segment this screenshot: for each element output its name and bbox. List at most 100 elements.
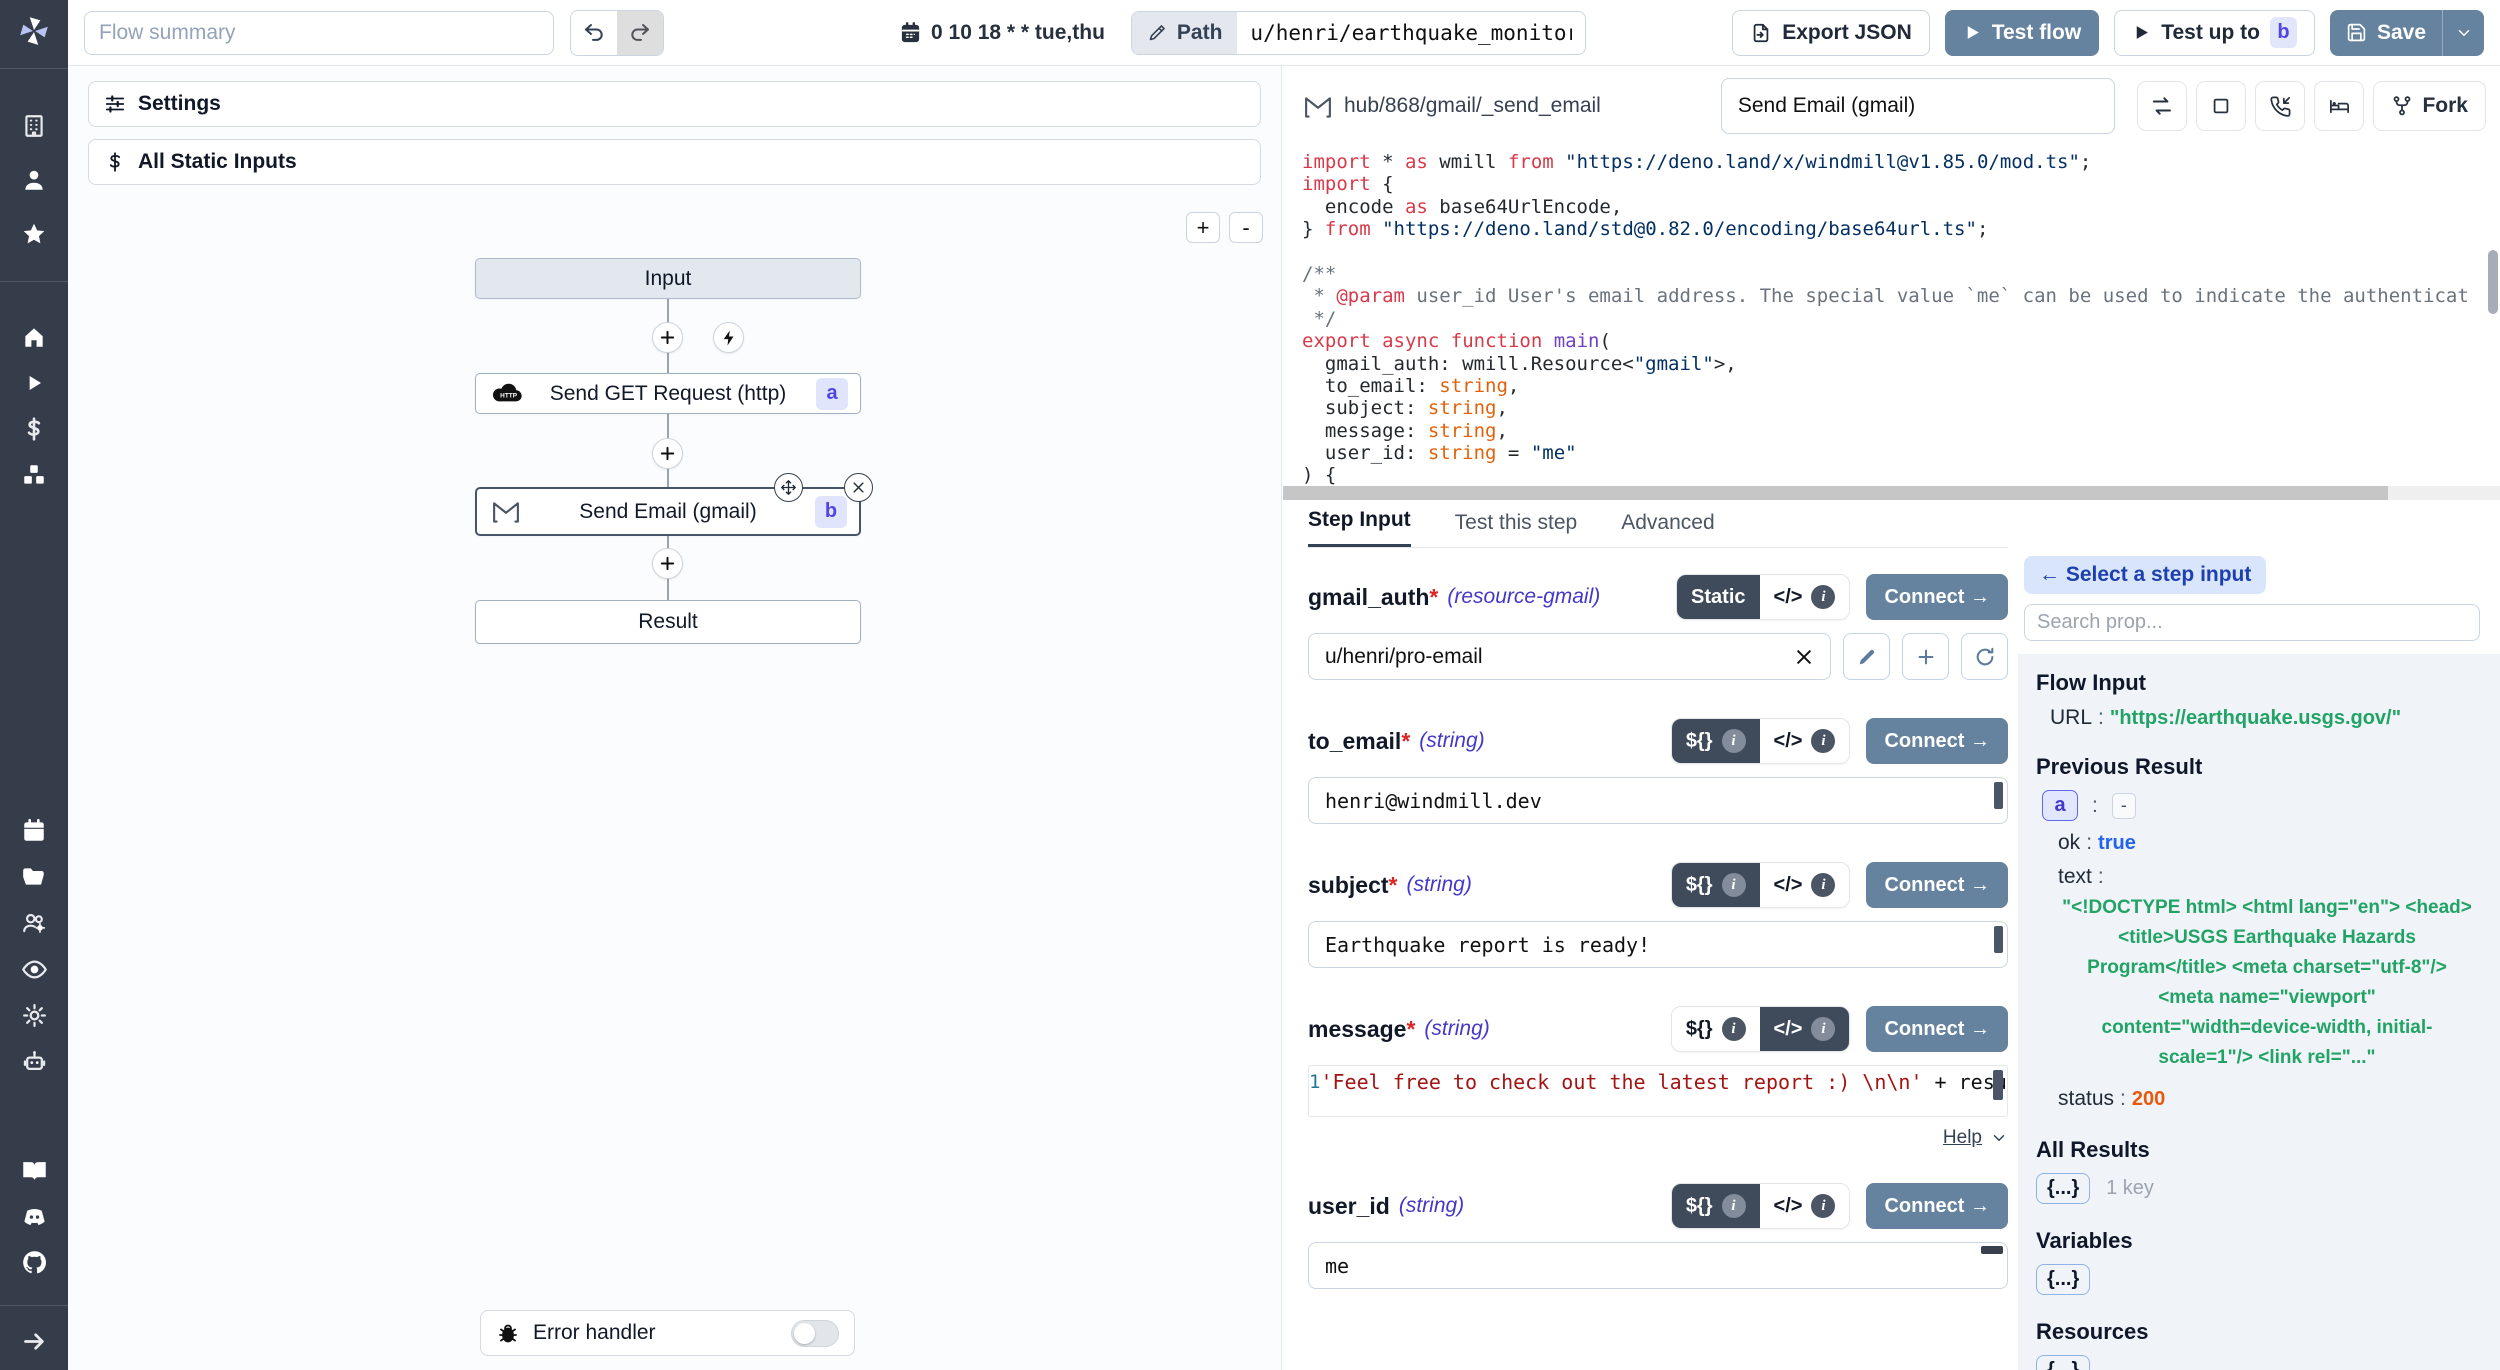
code-vertical-scrollbar[interactable] <box>2488 250 2498 314</box>
subject-input[interactable]: Earthquake report is ready! <box>1308 921 2008 968</box>
sidebar-item-user[interactable] <box>0 157 68 203</box>
add-step-button[interactable] <box>652 438 683 469</box>
clear-resource-icon[interactable] <box>1794 647 1814 667</box>
sidebar-expand-arrow-icon[interactable] <box>0 1312 68 1370</box>
mode-template[interactable]: ${}i <box>1672 719 1760 763</box>
sync-icon[interactable] <box>2137 81 2187 131</box>
code-horizontal-scrollbar[interactable] <box>1283 486 2500 500</box>
sidebar-item-discord[interactable] <box>0 1193 68 1239</box>
step-name-input[interactable] <box>1721 78 2115 134</box>
step-a-badge[interactable]: a <box>2042 790 2078 821</box>
info-icon[interactable]: i <box>1722 1017 1746 1041</box>
prop-url[interactable]: URL:"https://earthquake.usgs.gov/" <box>2050 706 2482 730</box>
sidebar-item-workspace[interactable] <box>0 103 68 149</box>
mode-javascript[interactable]: </>i <box>1760 575 1850 619</box>
tab-test-this-step[interactable]: Test this step <box>1455 511 1578 547</box>
message-code-editor[interactable]: 1 'Feel free to check out the latest rep… <box>1308 1065 2008 1117</box>
info-icon[interactable]: i <box>1722 729 1746 753</box>
sidebar-item-resources[interactable] <box>0 452 68 498</box>
add-trigger-button[interactable] <box>713 322 744 353</box>
zoom-out-button[interactable]: - <box>1229 212 1263 243</box>
sidebar-item-groups[interactable] <box>0 900 68 946</box>
sidebar-item-settings[interactable] <box>0 992 68 1038</box>
export-json-button[interactable]: Export JSON <box>1732 10 1930 56</box>
collapse-toggle[interactable]: - <box>2112 793 2136 819</box>
sidebar-item-docs[interactable] <box>0 1147 68 1193</box>
prop-text-key[interactable]: text: <box>2058 865 2482 889</box>
to-email-input[interactable]: henri@windmill.dev <box>1308 777 2008 824</box>
connect-button[interactable]: Connect → <box>1866 1006 2008 1052</box>
test-up-to-button[interactable]: Test up to b <box>2114 10 2315 56</box>
bed-icon[interactable] <box>2314 81 2364 131</box>
sidebar-item-github[interactable] <box>0 1239 68 1285</box>
sidebar-item-folders[interactable] <box>0 854 68 900</box>
flow-node-get-request[interactable]: HTTP Send GET Request (http) a <box>475 373 861 414</box>
sidebar-item-favorites[interactable] <box>0 211 68 257</box>
prop-text-value[interactable]: "<!DOCTYPE html> <html lang="en"> <head>… <box>2058 893 2476 1073</box>
info-icon[interactable]: i <box>1811 1017 1835 1041</box>
flow-node-send-email-selected[interactable]: Send Email (gmail) b <box>475 487 861 536</box>
variables-expand[interactable]: {...} <box>2036 1264 2090 1295</box>
flow-node-result[interactable]: Result <box>475 600 861 644</box>
info-icon[interactable]: i <box>1722 873 1746 897</box>
error-handler-toggle[interactable] <box>791 1320 839 1347</box>
code-editor[interactable]: import * as wmill from "https://deno.lan… <box>1283 146 2500 500</box>
resource-input[interactable]: u/henri/pro-email <box>1308 633 1831 680</box>
path-input[interactable] <box>1237 12 1585 54</box>
mode-template[interactable]: ${}i <box>1672 863 1760 907</box>
help-link[interactable]: Help <box>1943 1127 1982 1149</box>
path-edit-button[interactable]: Path <box>1132 12 1238 54</box>
mode-template[interactable]: ${}i <box>1672 1007 1760 1051</box>
square-icon[interactable] <box>2196 81 2246 131</box>
redo-button[interactable] <box>617 11 663 55</box>
mode-javascript[interactable]: </>i <box>1760 1184 1850 1228</box>
user-id-input[interactable]: me <box>1308 1242 2008 1289</box>
sidebar-item-schedules[interactable] <box>0 808 68 854</box>
sidebar-item-variables[interactable] <box>0 406 68 452</box>
mode-javascript[interactable]: </>i <box>1760 719 1850 763</box>
tab-advanced[interactable]: Advanced <box>1621 511 1714 547</box>
prop-status[interactable]: status:200 <box>2058 1087 2482 1111</box>
select-step-input-chip[interactable]: ← Select a step input <box>2024 556 2266 594</box>
prop-ok[interactable]: ok:true <box>2058 831 2482 855</box>
tab-step-input[interactable]: Step Input <box>1308 508 1411 547</box>
zoom-in-button[interactable]: + <box>1186 212 1220 243</box>
connect-button[interactable]: Connect → <box>1866 862 2008 908</box>
mode-template[interactable]: ${}i <box>1672 1184 1760 1228</box>
connect-button[interactable]: Connect → <box>1866 1183 2008 1229</box>
save-dropdown-button[interactable] <box>2442 10 2484 56</box>
windmill-logo-icon[interactable] <box>0 0 68 62</box>
edit-resource-button[interactable] <box>1843 633 1890 680</box>
info-icon[interactable]: i <box>1722 1194 1746 1218</box>
flow-settings-button[interactable]: Settings <box>88 81 1261 127</box>
info-icon[interactable]: i <box>1811 585 1835 609</box>
add-step-button[interactable] <box>652 322 683 353</box>
all-results-expand[interactable]: {...} <box>2036 1173 2090 1204</box>
sidebar-item-audit-logs[interactable] <box>0 946 68 992</box>
mode-javascript[interactable]: </>i <box>1760 1007 1850 1051</box>
add-step-button[interactable] <box>652 548 683 579</box>
delete-step-button[interactable] <box>844 473 873 502</box>
search-prop-input[interactable] <box>2024 604 2480 641</box>
mode-javascript[interactable]: </>i <box>1760 863 1850 907</box>
refresh-resource-button[interactable] <box>1961 633 2008 680</box>
flow-summary-input[interactable] <box>84 11 554 55</box>
test-flow-button[interactable]: Test flow <box>1945 10 2099 56</box>
sidebar-item-workers[interactable] <box>0 1038 68 1084</box>
fork-button[interactable]: Fork <box>2373 81 2486 131</box>
resources-expand[interactable]: {...} <box>2036 1355 2090 1370</box>
undo-button[interactable] <box>571 11 617 55</box>
info-icon[interactable]: i <box>1811 729 1835 753</box>
add-resource-button[interactable] <box>1902 633 1949 680</box>
move-step-button[interactable] <box>774 473 803 502</box>
sidebar-item-runs[interactable] <box>0 360 68 406</box>
all-static-inputs-button[interactable]: All Static Inputs <box>88 139 1261 185</box>
sidebar-item-home[interactable] <box>0 314 68 360</box>
schedule-display[interactable]: 0 10 18 * * tue,thu <box>899 21 1105 45</box>
connect-button[interactable]: Connect → <box>1866 574 2008 620</box>
info-icon[interactable]: i <box>1811 1194 1835 1218</box>
save-button[interactable]: Save <box>2330 10 2442 56</box>
connect-button[interactable]: Connect → <box>1866 718 2008 764</box>
mode-static[interactable]: Static <box>1677 575 1759 619</box>
flow-node-input[interactable]: Input <box>475 258 861 299</box>
